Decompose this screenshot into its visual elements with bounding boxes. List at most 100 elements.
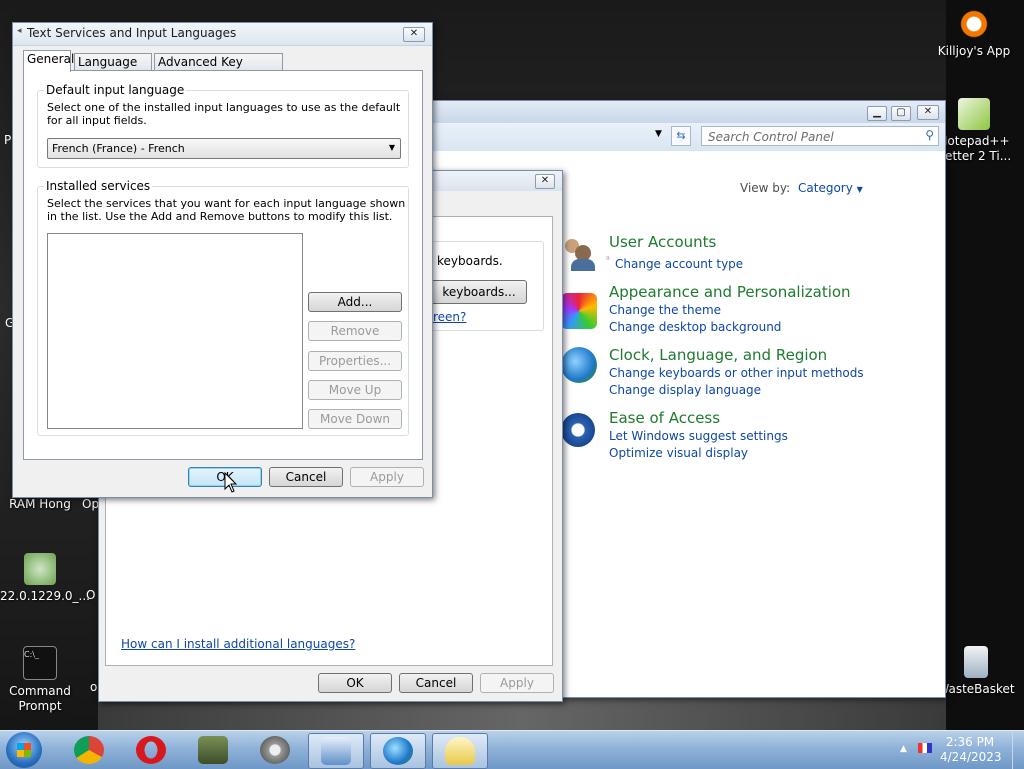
- clock-time: 2:36 PM: [945, 735, 995, 749]
- desktop-icon-wastebasket[interactable]: WasteBasket: [936, 646, 1016, 697]
- recycle-bin-icon: [964, 646, 988, 678]
- properties-button[interactable]: Properties...: [308, 351, 402, 371]
- category-title-ease-of-access[interactable]: Ease of Access: [609, 409, 720, 427]
- user-accounts-icon[interactable]: [561, 233, 595, 273]
- link-change-theme[interactable]: Change the theme: [609, 303, 721, 317]
- flag-icon[interactable]: [918, 743, 932, 753]
- desktop-icon-command-prompt[interactable]: C:\_ Command Prompt: [0, 646, 80, 714]
- link-change-account-type[interactable]: Change account type: [615, 257, 743, 271]
- desktop-icon-label: Notepad++ Better 2 Ti...: [936, 134, 1012, 163]
- close-button[interactable]: ✕: [917, 105, 939, 120]
- monitor-icon: [198, 736, 228, 764]
- shield-icon: ⁹: [606, 256, 610, 266]
- apply-button[interactable]: Apply: [350, 467, 424, 487]
- dialog-title: Text Services and Input Languages: [27, 26, 237, 40]
- default-input-groupbox: Default input language Select one of the…: [37, 83, 409, 168]
- search-icon[interactable]: ⚲: [925, 128, 934, 142]
- taskbar-chrome[interactable]: [62, 733, 116, 767]
- app-icon: [958, 8, 990, 40]
- services-list[interactable]: [47, 233, 303, 429]
- desktop-partial-label: O: [86, 588, 96, 602]
- appearance-icon[interactable]: [561, 293, 597, 329]
- default-input-description: Select one of the installed input langua…: [47, 101, 401, 127]
- ok-button[interactable]: OK: [318, 673, 392, 693]
- category-title-user-accounts[interactable]: User Accounts: [609, 233, 716, 251]
- partial-link[interactable]: reen?: [433, 310, 466, 324]
- maximize-button[interactable]: ▢: [891, 106, 911, 121]
- minimize-button[interactable]: ▁: [867, 106, 887, 121]
- search-placeholder: Search Control Panel: [708, 130, 834, 144]
- gear-icon: [260, 736, 290, 764]
- window-icon: ◂: [17, 26, 22, 36]
- close-button[interactable]: ✕: [403, 27, 425, 42]
- view-by-dropdown[interactable]: Category ▼: [798, 181, 863, 195]
- cancel-button[interactable]: Cancel: [269, 467, 343, 487]
- refresh-icon[interactable]: ⇆: [671, 126, 691, 146]
- desktop-icon-label: WasteBasket: [937, 682, 1015, 696]
- link-change-desktop-background[interactable]: Change desktop background: [609, 320, 781, 334]
- apply-button[interactable]: Apply: [480, 673, 554, 693]
- view-by-value: Category: [798, 181, 853, 195]
- globe-icon: [383, 737, 413, 765]
- add-button[interactable]: Add...: [308, 292, 402, 312]
- system-clock[interactable]: 2:36 PM 4/24/2023: [940, 735, 1002, 765]
- taskbar-monitor-app[interactable]: [186, 733, 240, 767]
- link-change-display-language[interactable]: Change display language: [609, 383, 761, 397]
- close-button[interactable]: ✕: [535, 174, 555, 189]
- desktop-icon-label: RAM Hong: [9, 497, 71, 511]
- text-services-titlebar[interactable]: ◂ Text Services and Input Languages ✕: [13, 23, 432, 46]
- installed-services-description: Select the services that you want for ea…: [47, 197, 406, 223]
- start-button[interactable]: [6, 732, 42, 768]
- link-change-keyboards[interactable]: Change keyboards or other input methods: [609, 366, 864, 380]
- taskbar-settings[interactable]: [248, 733, 302, 767]
- tab-advanced-key-settings[interactable]: Advanced Key Settings: [154, 53, 283, 86]
- taskbar-opera[interactable]: [124, 733, 178, 767]
- notepad-icon: [958, 98, 990, 130]
- general-tab-panel: Default input language Select one of the…: [23, 70, 423, 460]
- taskbar: ▲ 2:36 PM 4/24/2023: [0, 730, 1024, 769]
- installed-services-heading: Installed services: [44, 179, 153, 193]
- move-up-button[interactable]: Move Up: [308, 380, 402, 400]
- globe-clock-icon[interactable]: [561, 347, 597, 383]
- taskbar-text-services[interactable]: [432, 733, 488, 769]
- clock-date: 4/24/2023: [940, 750, 1002, 764]
- desktop-partial-label: Op: [82, 497, 100, 511]
- desktop-icon-label: Command Prompt: [9, 684, 71, 713]
- address-dropdown-icon[interactable]: ▼: [655, 129, 662, 139]
- chevron-down-icon: ▼: [856, 185, 863, 194]
- tab-general[interactable]: General: [23, 50, 74, 72]
- link-optimize-visual-display[interactable]: Optimize visual display: [609, 446, 748, 460]
- cancel-button[interactable]: Cancel: [399, 673, 473, 693]
- text-services-dialog: ◂ Text Services and Input Languages ✕ Ge…: [12, 22, 433, 498]
- tab-language-bar[interactable]: Language Bar: [74, 53, 152, 86]
- default-language-value: French (France) - French: [52, 142, 185, 155]
- view-by-label: View by:: [740, 181, 791, 195]
- remove-button[interactable]: Remove: [308, 321, 402, 341]
- mouse-cursor-icon: [224, 472, 238, 493]
- taskbar-control-panel[interactable]: [308, 733, 364, 769]
- search-input[interactable]: Search Control Panel ⚲: [701, 126, 939, 146]
- ease-of-access-icon[interactable]: [561, 413, 595, 447]
- keyboards-text: keyboards.: [437, 254, 503, 268]
- opera-icon: [136, 736, 166, 764]
- show-hidden-icons[interactable]: ▲: [900, 744, 907, 754]
- installed-services-groupbox: Installed services Select the services t…: [37, 179, 409, 436]
- category-title-appearance[interactable]: Appearance and Personalization: [609, 283, 851, 301]
- category-title-clock-language[interactable]: Clock, Language, and Region: [609, 346, 827, 364]
- installer-icon: [24, 553, 56, 585]
- desktop-icon-installer[interactable]: 22.0.1229.0_...: [0, 553, 90, 604]
- desktop-icon-ram-hong[interactable]: RAM Hong: [0, 497, 80, 512]
- chevron-down-icon: ▼: [388, 143, 395, 152]
- windows-logo-icon: [17, 743, 31, 757]
- desktop-icon-notepadpp[interactable]: Notepad++ Better 2 Ti...: [934, 98, 1014, 164]
- desktop-partial-label: o: [90, 680, 98, 694]
- desktop-icon-killjoys-app[interactable]: Killjoy's App: [934, 8, 1014, 59]
- move-down-button[interactable]: Move Down: [308, 409, 402, 429]
- show-desktop-button[interactable]: [1012, 731, 1024, 769]
- change-keyboards-button[interactable]: keyboards...: [431, 280, 527, 304]
- link-windows-suggest-settings[interactable]: Let Windows suggest settings: [609, 429, 788, 443]
- taskbar-region-language[interactable]: [370, 733, 426, 769]
- install-languages-link[interactable]: How can I install additional languages?: [121, 637, 355, 651]
- control-panel-icon: [321, 737, 351, 765]
- default-language-select[interactable]: French (France) - French ▼: [47, 138, 401, 159]
